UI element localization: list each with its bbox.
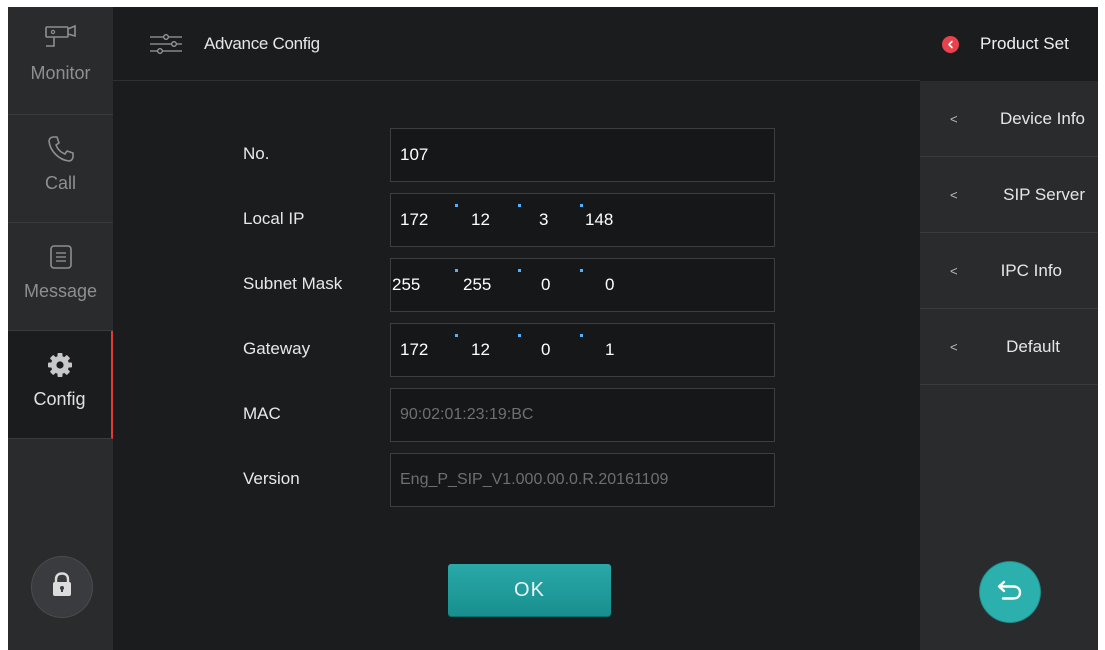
chevron-left-icon: < [950, 111, 958, 126]
sliders-icon [149, 29, 185, 59]
camera-icon [41, 19, 81, 59]
device-screen: Monitor Call Message Config Advance Conf… [8, 7, 1098, 650]
gateway-label: Gateway [243, 339, 311, 358]
ip-separator [518, 269, 521, 272]
menu-item-default[interactable]: < Default [920, 309, 1098, 385]
local-ip-input[interactable]: 172 12 3 148 [390, 193, 775, 247]
nav-item-call[interactable]: Call [8, 115, 113, 223]
ip-separator [518, 334, 521, 337]
menu-item-label: Device Info [999, 108, 1085, 128]
product-set-title: Product Set [980, 34, 1069, 53]
ip-octet[interactable]: 148 [585, 194, 613, 246]
ip-separator [455, 204, 458, 207]
ip-octet[interactable]: 3 [539, 194, 548, 246]
local-ip-label: Local IP [243, 209, 305, 228]
ip-separator [455, 334, 458, 337]
menu-item-device-info[interactable]: < Device Info [920, 81, 1098, 157]
ip-octet[interactable]: 255 [392, 259, 420, 311]
message-icon [41, 237, 81, 277]
back-arrow-icon [942, 35, 959, 53]
nav-label: Message [23, 281, 98, 301]
ip-separator [580, 204, 583, 207]
version-value: Eng_P_SIP_V1.000.00.0.R.20161109 [400, 471, 669, 488]
ip-separator [580, 269, 583, 272]
nav-item-message[interactable]: Message [8, 223, 113, 331]
back-button[interactable] [980, 562, 1040, 622]
ip-separator [518, 204, 521, 207]
ip-octet[interactable]: 0 [605, 259, 614, 311]
ip-octet[interactable]: 255 [463, 259, 491, 311]
nav-label: Call [44, 173, 76, 193]
subnet-mask-input[interactable]: 255 255 0 0 [390, 258, 775, 312]
nav-item-monitor[interactable]: Monitor [8, 7, 113, 115]
chevron-left-icon: < [950, 187, 958, 202]
ip-separator [455, 269, 458, 272]
page-title: Advance Config [204, 33, 320, 53]
lock-icon [50, 571, 74, 603]
nav-label: Monitor [30, 63, 91, 83]
ip-octet[interactable]: 12 [471, 194, 490, 246]
product-set-header: Product Set [920, 7, 1098, 81]
ok-button[interactable]: OK [448, 564, 611, 616]
chevron-left-icon: < [950, 263, 958, 278]
subnet-mask-label: Subnet Mask [243, 274, 343, 293]
mac-label: MAC [243, 404, 281, 423]
version-field: Eng_P_SIP_V1.000.00.0.R.20161109 [390, 453, 775, 507]
menu-item-label: IPC Info [1000, 260, 1062, 280]
nav-label: Config [33, 389, 86, 409]
nav-item-config[interactable]: Config [8, 331, 113, 439]
mac-field: 90:02:01:23:19:BC [390, 388, 775, 442]
ip-octet[interactable]: 172 [400, 324, 428, 376]
phone-icon [41, 129, 81, 169]
gear-icon [40, 345, 80, 385]
no-input[interactable]: 107 [390, 128, 775, 182]
return-icon [996, 578, 1024, 607]
ip-octet[interactable]: 172 [400, 194, 428, 246]
menu-item-label: Default [1006, 336, 1060, 356]
ip-octet[interactable]: 1 [605, 324, 614, 376]
chevron-left-icon: < [950, 339, 958, 354]
header: Advance Config [113, 7, 920, 81]
ip-octet[interactable]: 12 [471, 324, 490, 376]
ip-octet[interactable]: 0 [541, 324, 550, 376]
lock-button[interactable] [31, 556, 93, 618]
no-value: 107 [400, 145, 429, 164]
menu-item-label: SIP Server [1003, 184, 1085, 204]
gateway-input[interactable]: 172 12 0 1 [390, 323, 775, 377]
ip-octet[interactable]: 0 [541, 259, 550, 311]
no-label: No. [243, 144, 270, 163]
right-panel: Product Set < Device Info < SIP Server <… [920, 7, 1098, 650]
menu-item-ipc-info[interactable]: < IPC Info [920, 233, 1098, 309]
ip-separator [580, 334, 583, 337]
left-nav: Monitor Call Message Config [8, 7, 113, 650]
menu-item-sip-server[interactable]: < SIP Server [920, 157, 1098, 233]
mac-value: 90:02:01:23:19:BC [400, 406, 534, 423]
version-label: Version [243, 469, 300, 488]
